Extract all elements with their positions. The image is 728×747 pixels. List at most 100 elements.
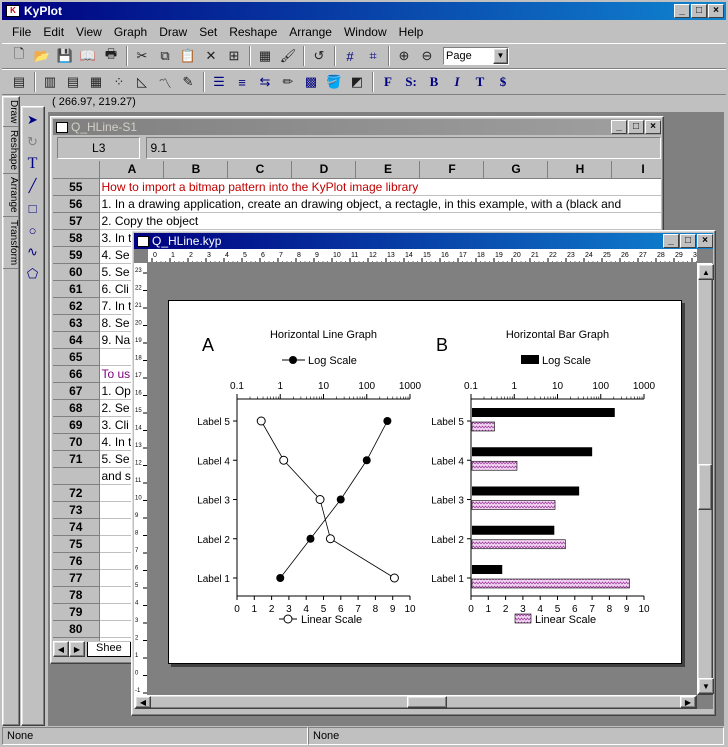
scroll-down-icon[interactable]: ▼: [698, 678, 714, 694]
row-header[interactable]: 59: [53, 246, 100, 264]
row-header[interactable]: 62: [53, 297, 100, 315]
vscroll-thumb[interactable]: [698, 464, 712, 510]
font-style-icon-5[interactable]: $: [492, 71, 514, 93]
paint-bucket-icon[interactable]: 🪣: [323, 71, 345, 93]
column-header[interactable]: H: [547, 161, 612, 179]
row-header[interactable]: 71: [53, 450, 100, 468]
side-tab-arrange[interactable]: Arrange: [3, 174, 19, 217]
row-header[interactable]: 73: [53, 501, 100, 519]
cell-a[interactable]: How to import a bitmap pattern into the …: [99, 178, 661, 196]
menu-graph[interactable]: Graph: [108, 25, 153, 39]
minimize-button[interactable]: _: [674, 4, 690, 18]
cell-reference-box[interactable]: L3: [57, 137, 141, 159]
side-tab-transform[interactable]: Transform: [3, 217, 19, 270]
wand-icon[interactable]: ✎: [177, 71, 199, 93]
row-header[interactable]: 80: [53, 620, 100, 638]
cut-icon[interactable]: ✂: [131, 45, 153, 67]
column-header[interactable]: I: [611, 161, 661, 179]
curve-tool-icon[interactable]: ∿: [22, 241, 44, 263]
row-header[interactable]: 69: [53, 416, 100, 434]
row-header[interactable]: 64: [53, 331, 100, 349]
row-header[interactable]: 60: [53, 263, 100, 281]
row-header[interactable]: 72: [53, 484, 100, 502]
cell-edit-field[interactable]: 9.1: [146, 137, 661, 159]
menu-reshape[interactable]: Reshape: [223, 25, 283, 39]
graph-maximize-button[interactable]: □: [680, 234, 696, 248]
row-header[interactable]: 68: [53, 399, 100, 417]
side-tab-reshape[interactable]: Reshape: [3, 127, 19, 175]
open-folder-icon[interactable]: 📂: [31, 45, 53, 67]
scatter-icon[interactable]: ⁘: [108, 71, 130, 93]
polygon-tool-icon[interactable]: ⬠: [22, 263, 44, 285]
row-header[interactable]: 70: [53, 433, 100, 451]
row-header[interactable]: 55: [53, 178, 100, 196]
font-style-icon-3[interactable]: I: [446, 71, 468, 93]
paste-special-icon[interactable]: ⊞: [223, 45, 245, 67]
undo-icon[interactable]: ↺: [308, 45, 330, 67]
row-header[interactable]: 78: [53, 586, 100, 604]
copy-icon[interactable]: ⧉: [154, 45, 176, 67]
font-style-icon-1[interactable]: S:: [400, 71, 422, 93]
line-style-icon[interactable]: ☰: [208, 71, 230, 93]
zoom-out-icon[interactable]: ⊖: [416, 45, 438, 67]
hscroll-thumb[interactable]: [407, 696, 447, 708]
menu-arrange[interactable]: Arrange: [283, 25, 338, 39]
page-canvas[interactable]: A Horizontal Line Graph Log Scale 0.1 1 10 100…: [168, 300, 682, 664]
line-tool-icon[interactable]: ╱: [22, 175, 44, 197]
row-header[interactable]: 79: [53, 603, 100, 621]
row-header[interactable]: 77: [53, 569, 100, 587]
font-style-icon-4[interactable]: T: [469, 71, 491, 93]
sheet-close-button[interactable]: ×: [645, 120, 661, 134]
grid-corner[interactable]: [53, 161, 100, 179]
menu-file[interactable]: File: [6, 25, 37, 39]
sheet-tab[interactable]: Shee: [87, 641, 131, 657]
scroll-right-icon[interactable]: ▶: [680, 696, 696, 708]
column-header[interactable]: C: [227, 161, 292, 179]
table-icon[interactable]: ▦: [85, 71, 107, 93]
scroll-left-icon[interactable]: ◀: [135, 696, 151, 708]
format-icon[interactable]: ▦: [254, 45, 276, 67]
zoom-in-icon[interactable]: ⊕: [393, 45, 415, 67]
book-icon[interactable]: 📖: [77, 45, 99, 67]
row-header[interactable]: [53, 467, 100, 485]
column-header[interactable]: E: [355, 161, 420, 179]
pointer-icon[interactable]: ➤: [22, 109, 44, 131]
bounds-icon[interactable]: ⌗: [362, 45, 384, 67]
row-header[interactable]: 75: [53, 535, 100, 553]
row-header[interactable]: 67: [53, 382, 100, 400]
sheet-maximize-button[interactable]: □: [628, 120, 644, 134]
maximize-button[interactable]: □: [691, 4, 707, 18]
area-icon[interactable]: ◺: [131, 71, 153, 93]
font-style-icon-0[interactable]: F: [377, 71, 399, 93]
bar-chart-icon[interactable]: ▥: [39, 71, 61, 93]
row-header[interactable]: 61: [53, 280, 100, 298]
menu-window[interactable]: Window: [338, 25, 393, 39]
line-width-icon[interactable]: ≡: [231, 71, 253, 93]
sheet-minimize-button[interactable]: _: [611, 120, 627, 134]
sheet-tab-first-icon[interactable]: ◀: [53, 641, 69, 657]
row-header[interactable]: 58: [53, 229, 100, 247]
column-header[interactable]: B: [163, 161, 228, 179]
menu-help[interactable]: Help: [393, 25, 430, 39]
shadow-icon[interactable]: ◩: [346, 71, 368, 93]
row-header[interactable]: 65: [53, 348, 100, 366]
save-icon[interactable]: 💾: [54, 45, 76, 67]
sheet-tab-next-icon[interactable]: ▶: [69, 641, 85, 657]
brush-icon[interactable]: 🖌: [277, 45, 299, 67]
ellipse-tool-icon[interactable]: ○: [22, 219, 44, 241]
column-header[interactable]: G: [483, 161, 548, 179]
cell-a[interactable]: 1. In a drawing application, create an d…: [99, 195, 661, 213]
row-header[interactable]: 57: [53, 212, 100, 230]
new-file-icon[interactable]: 🗋: [8, 45, 30, 67]
menu-view[interactable]: View: [70, 25, 108, 39]
cell-a[interactable]: 2. Copy the object: [99, 212, 661, 230]
zoom-select[interactable]: Page ▼: [443, 47, 509, 65]
delete-icon[interactable]: ✕: [200, 45, 222, 67]
print-icon[interactable]: 🖶: [100, 45, 122, 67]
rectangle-tool-icon[interactable]: □: [22, 197, 44, 219]
row-header[interactable]: 81: [53, 637, 100, 641]
row-header[interactable]: 66: [53, 365, 100, 383]
line-chart-icon[interactable]: 〽: [154, 71, 176, 93]
menu-draw[interactable]: Draw: [153, 25, 193, 39]
menu-edit[interactable]: Edit: [37, 25, 70, 39]
